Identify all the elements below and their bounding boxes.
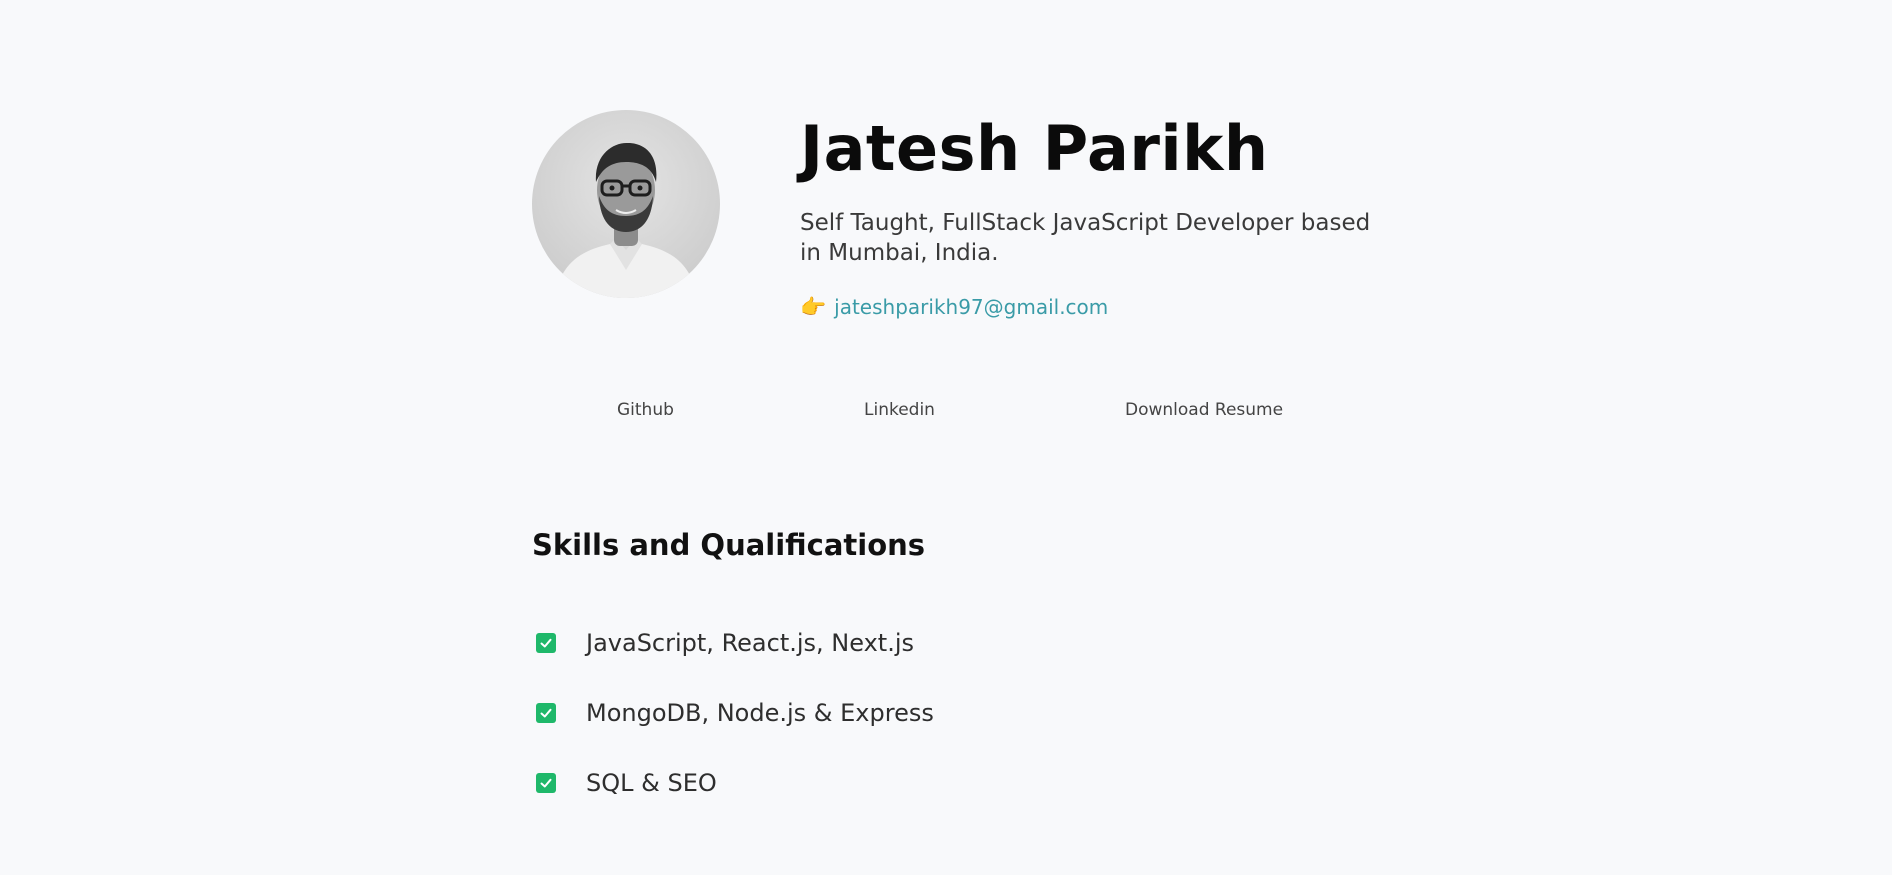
list-item: JavaScript, React.js, Next.js: [532, 626, 934, 660]
page-title: Jatesh Parikh: [800, 112, 1269, 185]
skills-heading: Skills and Qualifications: [532, 528, 926, 562]
skill-label: MongoDB, Node.js & Express: [586, 699, 934, 727]
list-item: MongoDB, Node.js & Express: [532, 696, 934, 730]
profile-photo: [554, 142, 698, 298]
profile-tagline: Self Taught, FullStack JavaScript Develo…: [800, 210, 1371, 266]
avatar: [532, 110, 720, 298]
email-link[interactable]: jateshparikh97@gmail.com: [834, 292, 1108, 322]
pointing-hand-icon: 👉: [800, 295, 827, 319]
email-row: 👉 jateshparikh97@gmail.com: [800, 292, 1108, 322]
skills-list: JavaScript, React.js, Next.js MongoDB, N…: [532, 626, 934, 836]
skill-label: SQL & SEO: [586, 769, 717, 797]
download-resume-link[interactable]: Download Resume: [1125, 398, 1283, 422]
list-item: SQL & SEO: [532, 766, 934, 800]
github-link[interactable]: Github: [617, 398, 674, 422]
portfolio-page: Jatesh Parikh Self Taught, FullStack Jav…: [0, 0, 1892, 875]
linkedin-link[interactable]: Linkedin: [864, 398, 935, 422]
checkbox-checked-icon: [536, 703, 556, 723]
checkbox-checked-icon: [536, 633, 556, 653]
skill-label: JavaScript, React.js, Next.js: [586, 629, 915, 657]
checkbox-checked-icon: [536, 773, 556, 793]
